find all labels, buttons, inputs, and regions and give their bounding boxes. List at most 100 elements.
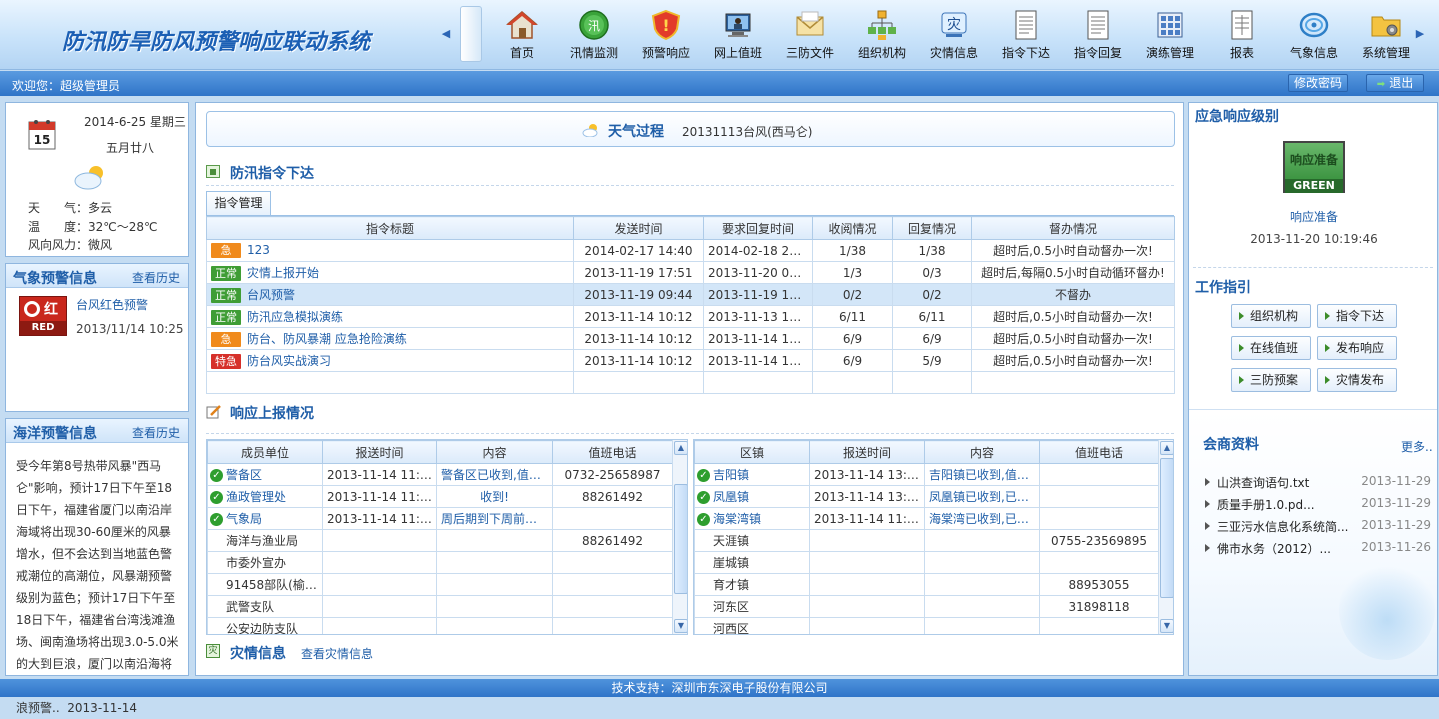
- guide-disaster-publish-button[interactable]: 灾情发布: [1317, 368, 1397, 392]
- response-row[interactable]: ✓渔政管理处2013-11-14 11:43:...收到!88261492: [207, 485, 673, 508]
- scroll-thumb[interactable]: [674, 484, 687, 594]
- content-cell[interactable]: 凤凰镇已收到,已做...: [924, 485, 1040, 508]
- toolbar-report[interactable]: 报表: [1206, 6, 1278, 64]
- command-title-link[interactable]: 防台、防风暴潮 应急抢险演练: [247, 332, 407, 346]
- toolbar-scroll-right-button[interactable]: ▶: [1414, 25, 1426, 43]
- vertical-scrollbar[interactable]: ▲ ▼: [672, 440, 687, 634]
- command-row[interactable]: 正常 灾情上报开始 2013-11-19 17:51 2013-11-20 08:00…: [206, 261, 1175, 284]
- docs-more-link[interactable]: 更多..: [1401, 438, 1433, 455]
- response-row[interactable]: ✓海棠湾镇2013-11-14 11:56:...海棠湾已收到,已做...: [694, 507, 1159, 530]
- guide-organization-button[interactable]: 组织机构: [1231, 304, 1311, 328]
- response-row[interactable]: ✓警备区2013-11-14 11:49:...警备区已收到,值班...0732…: [207, 463, 673, 486]
- command-title-link[interactable]: 灾情上报开始: [247, 266, 319, 280]
- toolbar-flood-docs[interactable]: 三防文件: [774, 6, 846, 64]
- column-header[interactable]: 内容: [924, 440, 1040, 464]
- column-header[interactable]: 回复情况: [892, 216, 972, 240]
- toolbar-meteorology[interactable]: 气象信息: [1278, 6, 1350, 64]
- scroll-thumb[interactable]: [1160, 458, 1173, 598]
- member-unit-response-table[interactable]: 成员单位 报送时间 内容 值班电话 ✓警备区2013-11-14 11:49:.…: [206, 439, 688, 635]
- toolbar-flood-monitor[interactable]: 汛 汛情监测: [558, 6, 630, 64]
- response-row[interactable]: 育才镇 88953055: [694, 573, 1159, 596]
- toolbar-online-duty[interactable]: 网上值班: [702, 6, 774, 64]
- view-history-link[interactable]: 查看历史: [132, 269, 180, 286]
- change-password-button[interactable]: 修改密码: [1288, 74, 1348, 92]
- unit-name[interactable]: 凤凰镇: [713, 490, 749, 504]
- unit-name[interactable]: 海棠湾镇: [713, 512, 761, 526]
- vertical-scrollbar[interactable]: ▲ ▼: [1158, 440, 1173, 634]
- district-response-table[interactable]: 区镇 报送时间 内容 值班电话 ✓吉阳镇2013-11-14 13:35:...…: [693, 439, 1174, 635]
- content-cell[interactable]: 收到!: [436, 485, 553, 508]
- toolbar-disaster-info[interactable]: 灾 灾情信息: [918, 6, 990, 64]
- guide-publish-response-button[interactable]: 发布响应: [1317, 336, 1397, 360]
- command-row[interactable]: 急 123 2014-02-17 14:40 2014-02-18 23:59 1/38…: [206, 239, 1175, 262]
- column-header[interactable]: 值班电话: [1039, 440, 1159, 464]
- command-row[interactable]: 正常 台风预警 2013-11-19 09:44 2013-11-19 10:00 0/…: [206, 283, 1175, 306]
- response-row[interactable]: 海洋与渔业局 88261492: [207, 529, 673, 552]
- content-cell[interactable]: 吉阳镇已收到,值班...: [924, 463, 1040, 486]
- toolbar-system-manage[interactable]: 系统管理: [1350, 6, 1422, 64]
- unit-name[interactable]: 气象局: [226, 512, 262, 526]
- content-cell[interactable]: 周后期到下周前期...: [436, 507, 553, 530]
- column-header[interactable]: 报送时间: [809, 440, 925, 464]
- content-cell[interactable]: 警备区已收到,值班...: [436, 463, 553, 486]
- column-header[interactable]: 要求回复时间: [703, 216, 813, 240]
- unit-name[interactable]: 吉阳镇: [713, 468, 749, 482]
- column-header[interactable]: 值班电话: [552, 440, 673, 464]
- doc-item[interactable]: 三亚污水信息化系统简... 2013-11-29: [1205, 516, 1433, 536]
- view-disaster-link[interactable]: 查看灾情信息: [301, 645, 373, 662]
- command-title-link[interactable]: 台风预警: [247, 288, 295, 302]
- response-row[interactable]: ✓气象局2013-11-14 11:25:...周后期到下周前期...: [207, 507, 673, 530]
- scroll-down-button[interactable]: ▼: [674, 619, 687, 633]
- response-row[interactable]: 河西区: [694, 617, 1159, 634]
- toolbar-home[interactable]: 首页: [486, 6, 558, 64]
- column-header[interactable]: 督办情况: [971, 216, 1175, 240]
- response-level-label[interactable]: 响应准备: [1189, 208, 1439, 225]
- response-row[interactable]: 崖城镇: [694, 551, 1159, 574]
- doc-item[interactable]: 山洪查询语句.txt 2013-11-29: [1205, 472, 1433, 492]
- tab-command-manage[interactable]: 指令管理: [206, 191, 271, 215]
- command-row[interactable]: 特急 防台风实战演习 2013-11-14 10:12 2013-11-14 11:1…: [206, 349, 1175, 372]
- toolbar-warning-response[interactable]: ! 预警响应: [630, 6, 702, 64]
- warning-item-title[interactable]: 台风红色预警: [76, 296, 148, 313]
- column-header[interactable]: 成员单位: [207, 440, 323, 464]
- column-header[interactable]: 报送时间: [322, 440, 437, 464]
- toolbar-organization[interactable]: 组织机构: [846, 6, 918, 64]
- response-level-badge[interactable]: 响应准备 GREEN: [1283, 141, 1345, 193]
- column-header[interactable]: 内容: [436, 440, 553, 464]
- response-row[interactable]: 公安边防支队: [207, 617, 673, 634]
- view-history-link[interactable]: 查看历史: [132, 424, 180, 441]
- column-header[interactable]: 发送时间: [573, 216, 704, 240]
- toolbar-command-reply[interactable]: 指令回复: [1062, 6, 1134, 64]
- command-title-link[interactable]: 防台风实战演习: [247, 354, 331, 368]
- command-title-link[interactable]: 防汛应急模拟演练: [247, 310, 343, 324]
- guide-online-duty-button[interactable]: 在线值班: [1231, 336, 1311, 360]
- toolbar-drill-manage[interactable]: 演练管理: [1134, 6, 1206, 64]
- content-cell[interactable]: 海棠湾已收到,已做...: [924, 507, 1040, 530]
- response-row[interactable]: ✓吉阳镇2013-11-14 13:35:...吉阳镇已收到,值班...: [694, 463, 1159, 486]
- column-header[interactable]: 区镇: [694, 440, 810, 464]
- response-row[interactable]: 武警支队: [207, 595, 673, 618]
- toolbar-scroll-left-button[interactable]: ◀: [440, 25, 452, 43]
- ocean-warning-date: 2013-11-14: [67, 701, 138, 715]
- response-row[interactable]: 河东区 31898118: [694, 595, 1159, 618]
- column-header[interactable]: 收阅情况: [812, 216, 893, 240]
- scroll-up-button[interactable]: ▲: [1160, 441, 1173, 455]
- response-row[interactable]: 天涯镇 0755-23569895: [694, 529, 1159, 552]
- scroll-down-button[interactable]: ▼: [1160, 619, 1173, 633]
- guide-command-send-button[interactable]: 指令下达: [1317, 304, 1397, 328]
- toolbar-command-send[interactable]: 指令下达: [990, 6, 1062, 64]
- response-row[interactable]: ✓凤凰镇2013-11-14 13:29:...凤凰镇已收到,已做...: [694, 485, 1159, 508]
- logout-button[interactable]: ➡ 退出: [1366, 74, 1424, 92]
- command-title-link[interactable]: 123: [247, 243, 270, 257]
- command-row[interactable]: 急防台、防风暴潮 应急抢险演练 2013-11-14 10:12 2013-11-1…: [206, 327, 1175, 350]
- unit-name[interactable]: 警备区: [226, 468, 262, 482]
- scroll-up-button[interactable]: ▲: [674, 441, 687, 455]
- response-row[interactable]: 市委外宣办: [207, 551, 673, 574]
- doc-item[interactable]: 质量手册1.0.pd... 2013-11-29: [1205, 494, 1433, 514]
- column-header[interactable]: 指令标题: [206, 216, 574, 240]
- unit-name[interactable]: 渔政管理处: [226, 490, 286, 504]
- guide-flood-plan-button[interactable]: 三防预案: [1231, 368, 1311, 392]
- doc-item[interactable]: 佛市水务（2012）... 2013-11-26: [1205, 538, 1433, 558]
- response-row[interactable]: 91458部队(榆林基: [207, 573, 673, 596]
- command-row[interactable]: 正常 防汛应急模拟演练 2013-11-14 10:12 2013-11-13 12:…: [206, 305, 1175, 328]
